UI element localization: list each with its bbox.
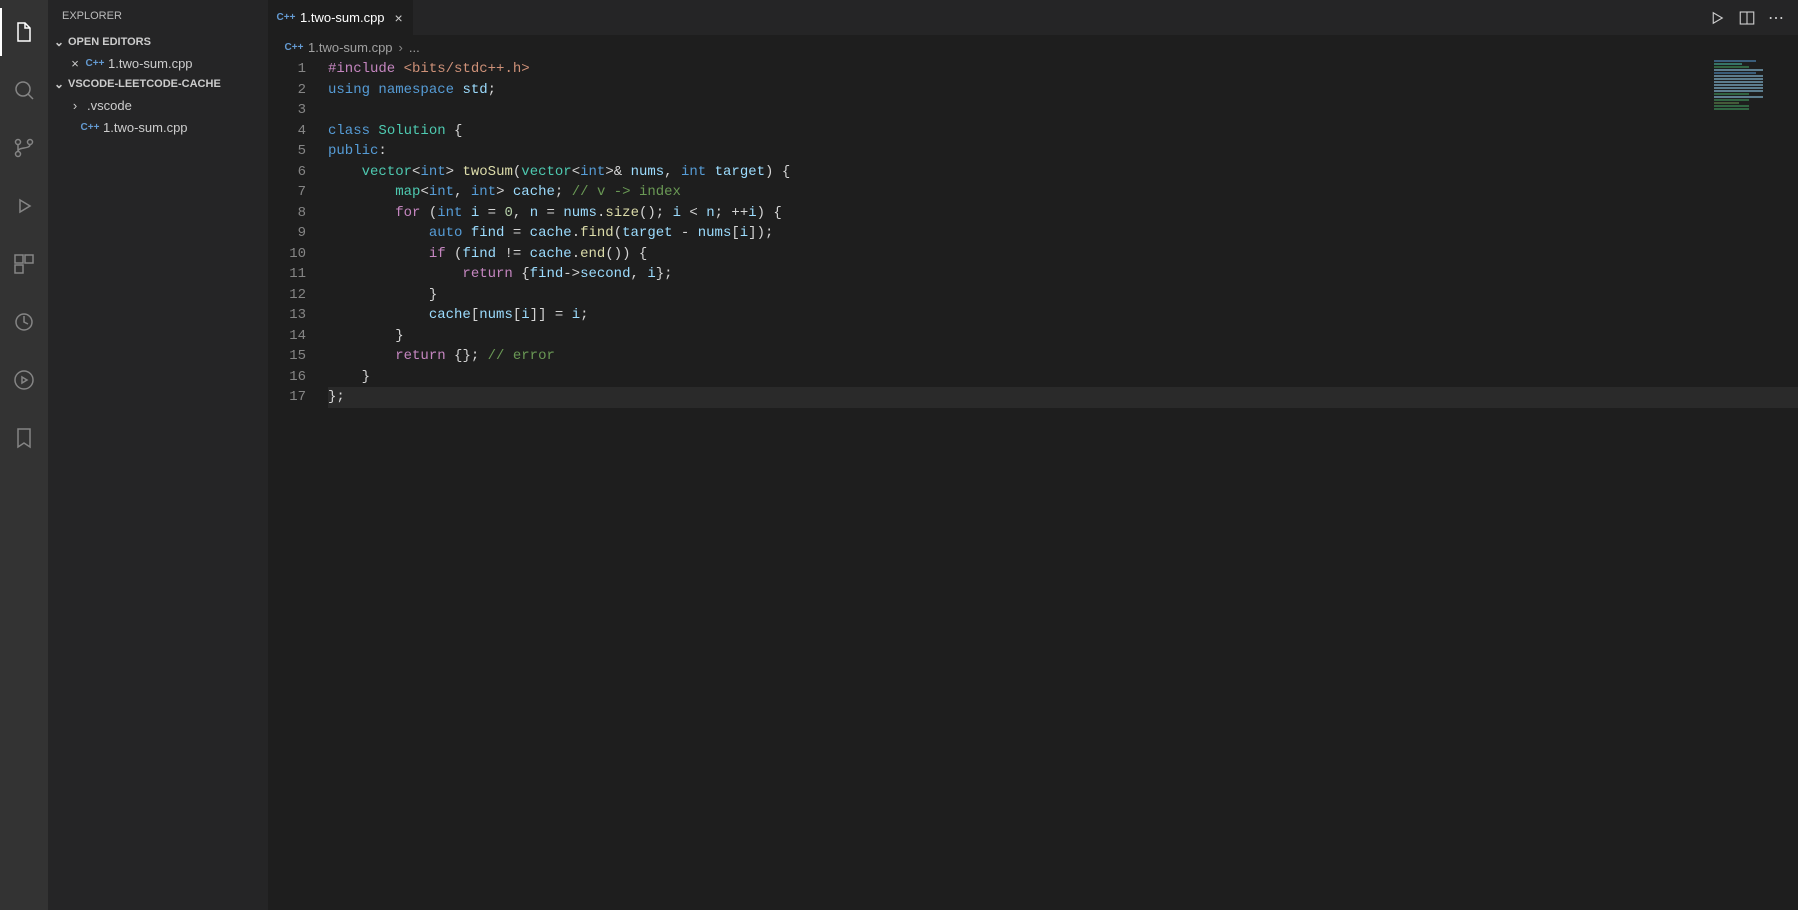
activity-explorer[interactable] (0, 8, 48, 56)
git-branch-icon (12, 136, 36, 160)
workspace-header[interactable]: ⌄ VSCODE-LEETCODE-CACHE (48, 74, 268, 94)
workspace-label: VSCODE-LEETCODE-CACHE (68, 78, 221, 90)
open-editors-header[interactable]: ⌄ OPEN EDITORS (48, 32, 268, 52)
code-editor[interactable]: 1234567891011121314151617 #include <bits… (268, 59, 1798, 910)
activity-run-debug[interactable] (0, 182, 48, 230)
file-name: 1.two-sum.cpp (103, 120, 188, 135)
tab-label: 1.two-sum.cpp (300, 10, 385, 25)
folder-name: .vscode (87, 98, 132, 113)
editor-area: C++ 1.two-sum.cpp × ⋯ C++ 1.two-sum.cpp … (268, 0, 1798, 910)
activity-source-control[interactable] (0, 124, 48, 172)
tree-file-two-sum[interactable]: C++ 1.two-sum.cpp (48, 116, 268, 138)
open-editor-item[interactable]: × C++ 1.two-sum.cpp (48, 52, 268, 74)
activity-extensions[interactable] (0, 240, 48, 288)
tab-bar: C++ 1.two-sum.cpp × ⋯ (268, 0, 1798, 35)
extensions-icon (12, 252, 36, 276)
close-icon[interactable]: × (68, 56, 82, 71)
tab-actions: ⋯ (1708, 0, 1798, 35)
chevron-right-icon: › (68, 98, 82, 113)
code-content[interactable]: #include <bits/stdc++.h>using namespace … (328, 59, 1798, 910)
explorer-sidebar: EXPLORER ⌄ OPEN EDITORS × C++ 1.two-sum.… (48, 0, 268, 910)
chevron-down-icon: ⌄ (52, 77, 66, 91)
search-icon (12, 78, 36, 102)
tree-icon (12, 310, 36, 334)
activity-search[interactable] (0, 66, 48, 114)
cpp-file-icon: C++ (87, 55, 103, 71)
bookmark-icon (12, 426, 36, 450)
activity-bar (0, 0, 48, 910)
activity-misc-1[interactable] (0, 298, 48, 346)
files-icon (12, 20, 36, 44)
cpp-file-icon: C++ (286, 39, 302, 55)
more-icon[interactable]: ⋯ (1768, 8, 1784, 28)
open-editors-label: OPEN EDITORS (68, 36, 151, 48)
run-icon[interactable] (1708, 9, 1726, 27)
tab-two-sum[interactable]: C++ 1.two-sum.cpp × (268, 0, 414, 35)
open-editor-filename: 1.two-sum.cpp (108, 56, 193, 71)
cpp-file-icon: C++ (278, 10, 294, 26)
tree-folder-vscode[interactable]: › .vscode (48, 94, 268, 116)
close-icon[interactable]: × (395, 10, 403, 26)
chevron-down-icon: ⌄ (52, 35, 66, 49)
circle-play-icon (12, 368, 36, 392)
cpp-file-icon: C++ (82, 119, 98, 135)
chevron-right-icon: › (399, 40, 403, 55)
play-bug-icon (12, 194, 36, 218)
breadcrumb-trail: ... (409, 40, 420, 55)
split-editor-icon[interactable] (1738, 9, 1756, 27)
activity-misc-2[interactable] (0, 356, 48, 404)
line-number-gutter: 1234567891011121314151617 (268, 59, 328, 910)
activity-bookmark[interactable] (0, 414, 48, 462)
breadcrumb[interactable]: C++ 1.two-sum.cpp › ... (268, 35, 1798, 59)
breadcrumb-file: 1.two-sum.cpp (308, 40, 393, 55)
explorer-title: EXPLORER (48, 0, 268, 32)
